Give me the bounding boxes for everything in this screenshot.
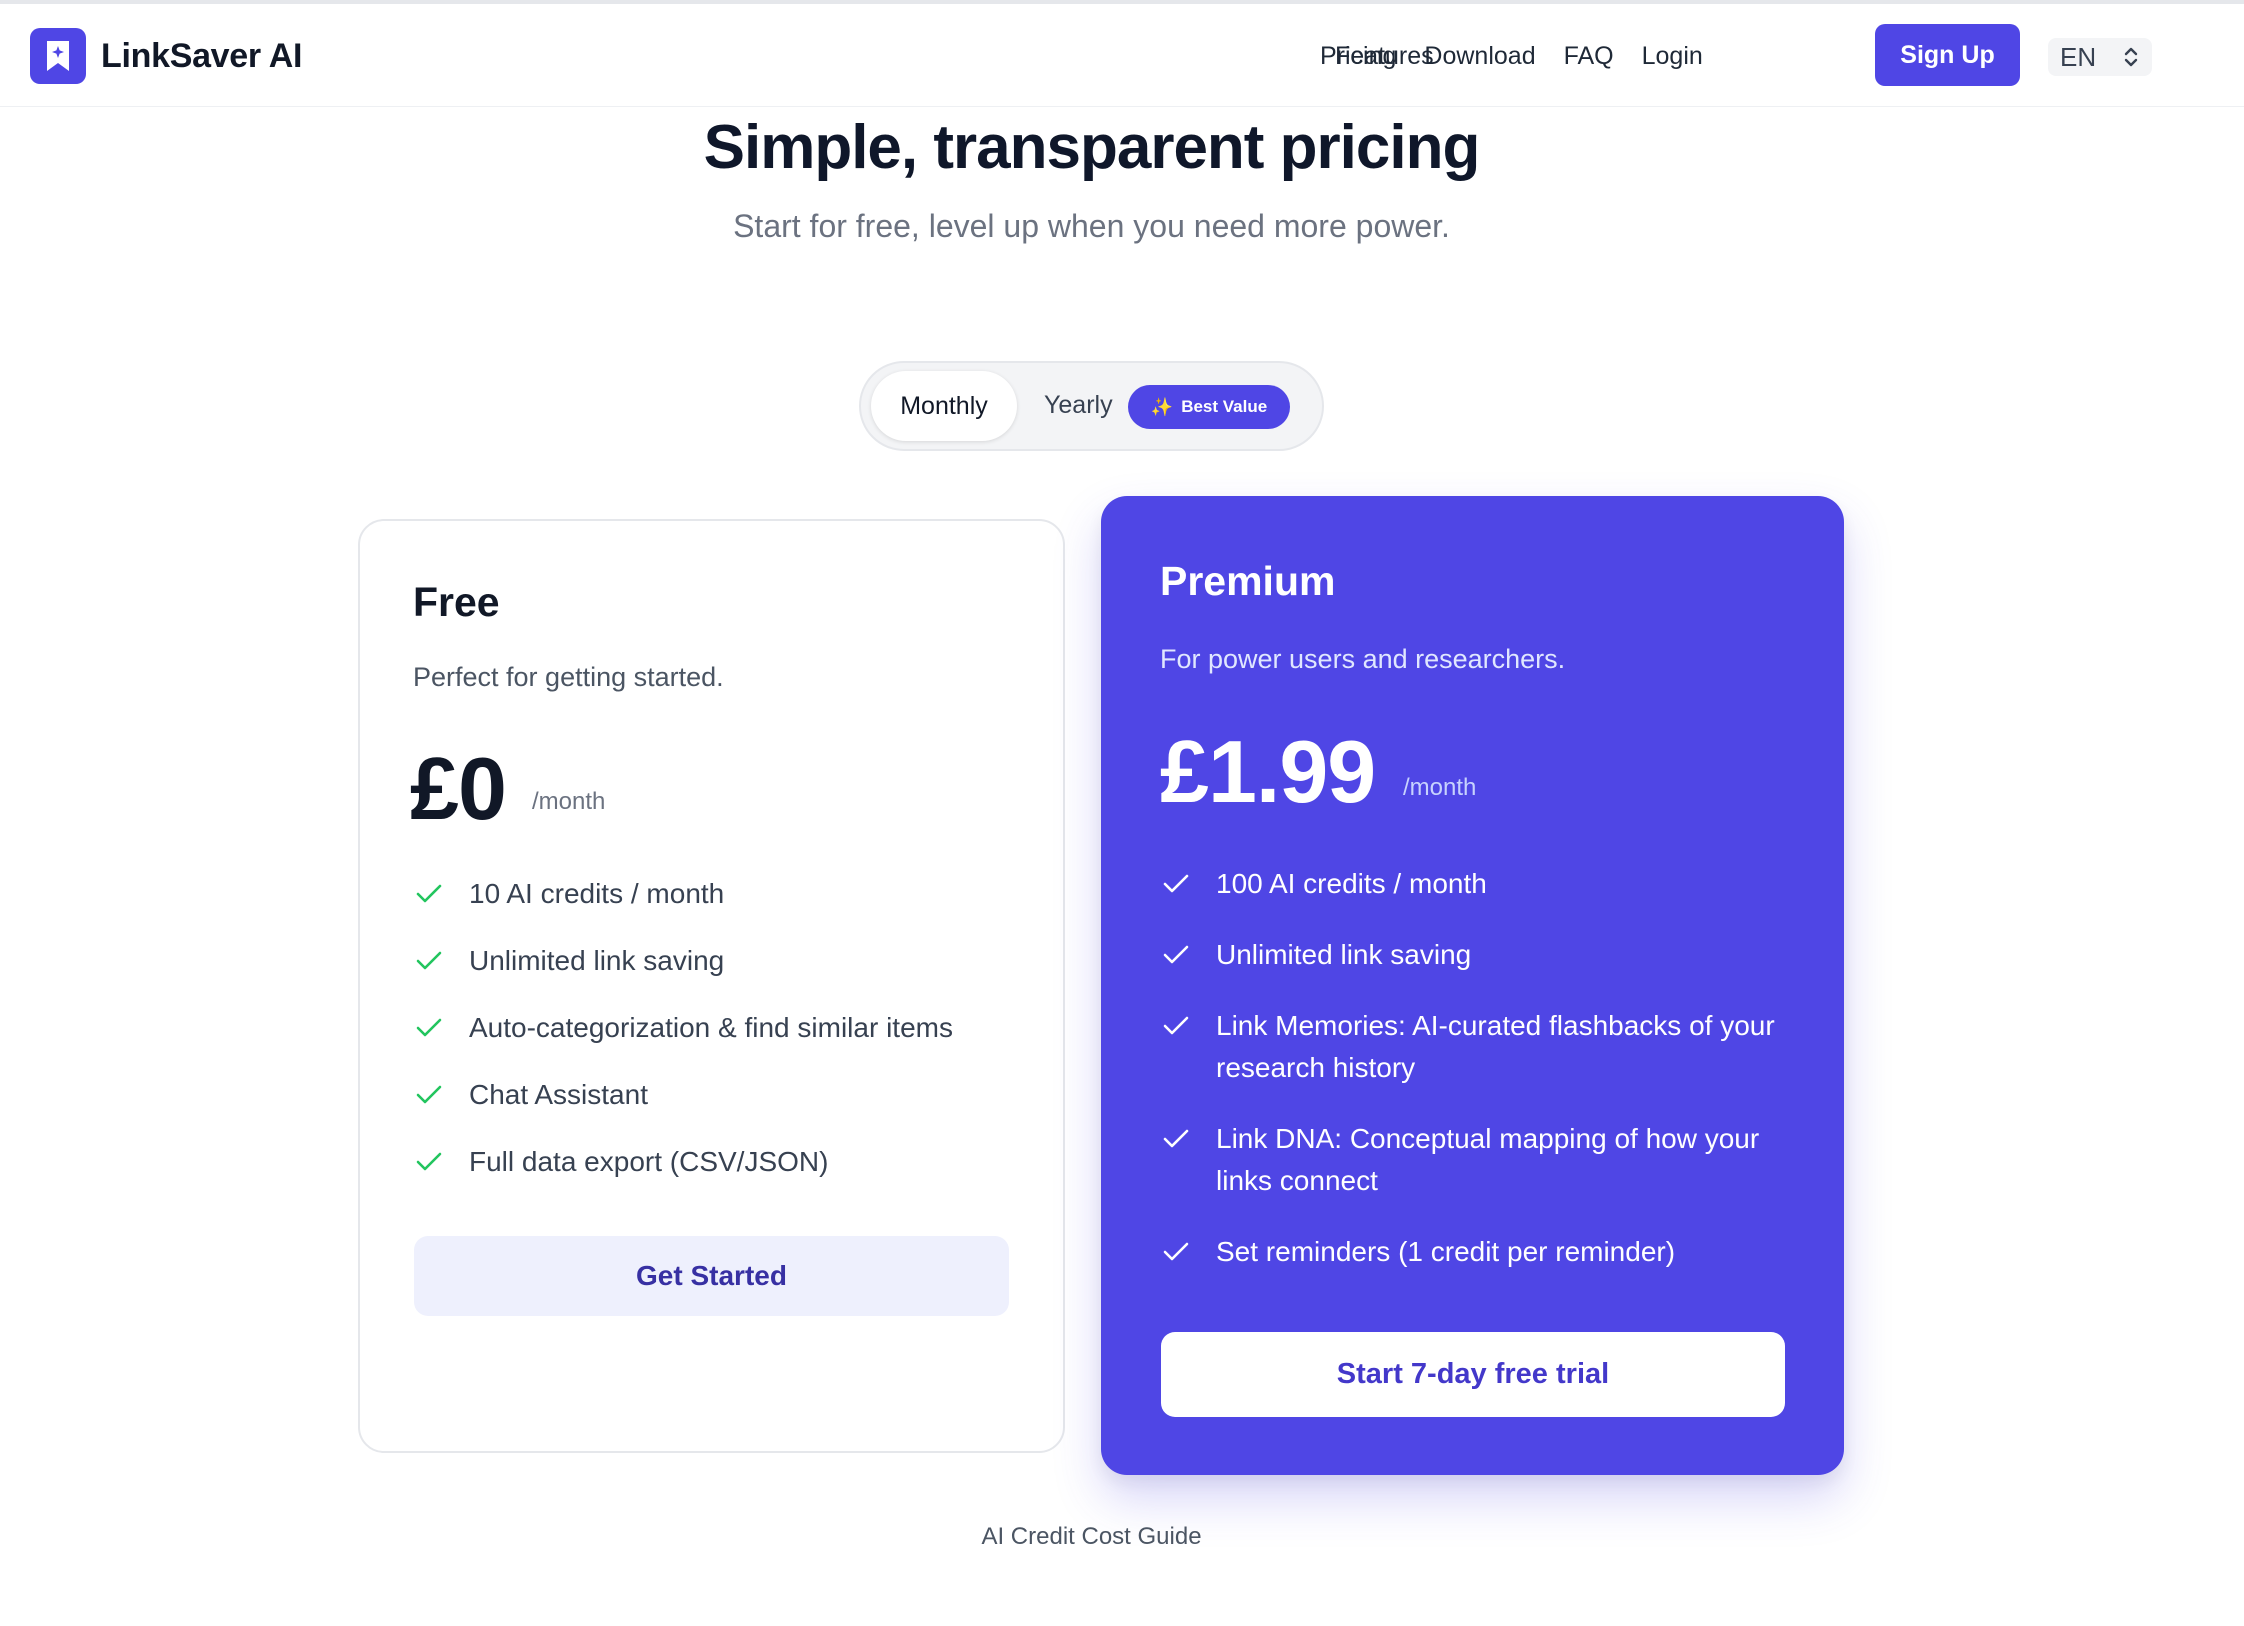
- ai-credit-cost-guide-link[interactable]: AI Credit Cost Guide: [0, 1523, 2183, 1551]
- feature-text: Link DNA: Conceptual mapping of how your…: [1216, 1123, 1760, 1196]
- feature-item: Link Memories: AI-curated flashbacks of …: [1162, 1005, 1802, 1089]
- check-icon: [415, 940, 445, 982]
- feature-item: 100 AI credits / month: [1162, 863, 1802, 905]
- toggle-monthly[interactable]: Monthly: [871, 371, 1017, 441]
- top-navbar: LinkSaver AI Features Pricing Download F…: [0, 4, 2244, 107]
- check-icon: [1162, 1118, 1192, 1160]
- feature-item: Auto-categorization & find similar items: [415, 1007, 1035, 1049]
- nav-links: Features Pricing Download FAQ Login: [1320, 28, 1731, 84]
- plan-card-free: Free Perfect for getting started. £0 /mo…: [358, 519, 1065, 1453]
- feature-text: Full data export (CSV/JSON): [469, 1146, 829, 1177]
- check-icon: [415, 1074, 445, 1116]
- plan-period: /month: [1403, 774, 1477, 801]
- feature-list: 100 AI credits / month Unlimited link sa…: [1162, 863, 1802, 1302]
- page-title: Simple, transparent pricing: [703, 113, 1481, 182]
- bookmark-logo-icon: [30, 28, 86, 84]
- nav-link-features[interactable]: Features: [1335, 42, 1434, 71]
- sign-up-button[interactable]: Sign Up: [1875, 24, 2020, 86]
- feature-text: 100 AI credits / month: [1216, 868, 1487, 899]
- feature-item: Unlimited link saving: [415, 940, 1035, 982]
- chevron-up-down-icon: [2122, 44, 2140, 77]
- start-trial-button[interactable]: Start 7-day free trial: [1161, 1332, 1785, 1417]
- feature-item: Set reminders (1 credit per reminder): [1162, 1231, 1802, 1273]
- check-icon: [1162, 1231, 1192, 1273]
- feature-text: Chat Assistant: [469, 1079, 648, 1110]
- billing-toggle: Monthly Yearly ✨ Best Value: [859, 361, 1324, 451]
- feature-text: Link Memories: AI-curated flashbacks of …: [1216, 1010, 1775, 1083]
- check-icon: [415, 1007, 445, 1049]
- feature-list: 10 AI credits / month Unlimited link sav…: [415, 873, 1035, 1208]
- check-icon: [1162, 1005, 1192, 1047]
- get-started-button[interactable]: Get Started: [414, 1236, 1009, 1316]
- feature-item: Link DNA: Conceptual mapping of how your…: [1162, 1118, 1802, 1202]
- feature-text: Unlimited link saving: [1216, 939, 1472, 970]
- toggle-yearly[interactable]: Yearly: [1044, 391, 1113, 420]
- best-value-label: Best Value: [1181, 397, 1268, 416]
- feature-item: Unlimited link saving: [1162, 934, 1802, 976]
- check-icon: [1162, 934, 1192, 976]
- plan-description: Perfect for getting started.: [413, 662, 724, 692]
- feature-text: Set reminders (1 credit per reminder): [1216, 1236, 1676, 1267]
- feature-text: 10 AI credits / month: [469, 878, 725, 909]
- feature-text: Auto-categorization & find similar items: [469, 1012, 953, 1043]
- nav-link-download[interactable]: Download: [1424, 42, 1535, 71]
- nav-link-faq[interactable]: FAQ: [1564, 42, 1614, 71]
- language-select[interactable]: EN: [2048, 38, 2152, 76]
- check-icon: [1162, 863, 1192, 905]
- best-value-badge[interactable]: ✨ Best Value: [1128, 385, 1290, 429]
- check-icon: [415, 873, 445, 915]
- sparkles-icon: ✨: [1150, 396, 1174, 417]
- plan-period: /month: [532, 788, 606, 815]
- page-subtitle: Start for free, level up when you need m…: [733, 208, 1450, 244]
- plan-card-premium: Premium For power users and researchers.…: [1101, 496, 1844, 1475]
- plan-description: For power users and researchers.: [1160, 644, 1566, 674]
- plan-price: £1.99: [1160, 722, 1376, 821]
- feature-item: 10 AI credits / month: [415, 873, 1035, 915]
- feature-item: Full data export (CSV/JSON): [415, 1141, 1035, 1183]
- brand[interactable]: LinkSaver AI: [30, 28, 302, 84]
- feature-text: Unlimited link saving: [469, 945, 725, 976]
- feature-item: Chat Assistant: [415, 1074, 1035, 1116]
- plan-name: Free: [413, 579, 500, 625]
- plan-price: £0: [410, 739, 507, 838]
- nav-link-login[interactable]: Login: [1642, 42, 1703, 71]
- plan-name: Premium: [1160, 558, 1336, 604]
- check-icon: [415, 1141, 445, 1183]
- brand-name: LinkSaver AI: [101, 36, 303, 75]
- language-value: EN: [2060, 41, 2097, 72]
